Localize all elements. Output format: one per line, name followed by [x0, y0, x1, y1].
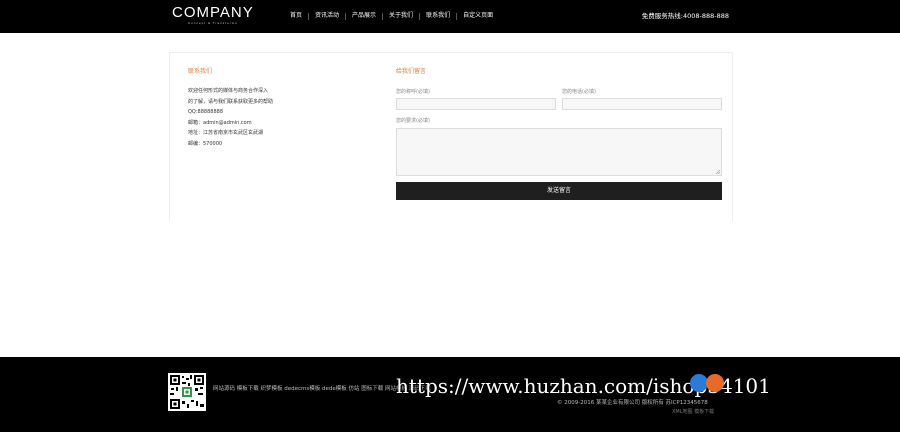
- contact-postcode: 邮编：570000: [188, 140, 223, 147]
- service-hotline: 免费服务热线:4008-888-888: [641, 12, 729, 20]
- contact-intro-1: 欢迎任何形式的媒体与商务合作深入: [188, 88, 269, 94]
- nav-custom-page[interactable]: 自定义页面: [457, 12, 499, 20]
- footer-sub-links[interactable]: XML地图 模板下载: [672, 409, 714, 416]
- qr-code-icon: [168, 373, 206, 411]
- site-header: COMPANY Concept & Transforms 首页 资讯活动 产品展…: [0, 0, 900, 33]
- contact-info: 联系我们 欢迎任何形式的媒体与商务合作深入 的了解，请与我们联系获取更多的帮助 …: [188, 68, 368, 149]
- nav-home[interactable]: 首页: [284, 12, 308, 20]
- nav-products[interactable]: 产品展示: [346, 12, 382, 20]
- contact-intro-2: 的了解，请与我们联系获取更多的帮助: [188, 98, 274, 105]
- nav-contact[interactable]: 联系我们: [420, 12, 456, 20]
- logo-text: COMPANY: [172, 4, 254, 21]
- phone-label: 您的电话(必填): [562, 89, 596, 95]
- send-message-button[interactable]: 发送留言: [396, 182, 722, 200]
- orange-circle-icon: [706, 374, 724, 392]
- contact-panel: 联系我们 欢迎任何形式的媒体与商务合作深入 的了解，请与我们联系获取更多的帮助 …: [169, 52, 733, 221]
- message-label: 您的要求(必填): [396, 118, 430, 124]
- message-form: 给我们留言 您的称呼(必填) 您的电话(必填) 您的要求(必填) 发送留言: [396, 68, 722, 200]
- contact-address: 地址：江苏省南京市玄武区玄武湖: [188, 130, 264, 136]
- main-nav: 首页 资讯活动 产品展示 关于我们 联系我们 自定义页面: [284, 12, 499, 20]
- contact-details: 欢迎任何形式的媒体与商务合作深入 的了解，请与我们联系获取更多的帮助 QQ:88…: [188, 86, 368, 149]
- company-logo[interactable]: COMPANY Concept & Transforms: [172, 5, 254, 25]
- watermark-icons: [690, 374, 724, 392]
- copyright-text: © 2009-2016 某某企业有限公司 版权所有 苏ICP12345678: [557, 400, 708, 406]
- contact-email: 邮箱：admin@admin.com: [188, 119, 252, 126]
- site-footer: 网站源码 模板下载 织梦模板 dedecms模板 dede模板 仿站 图标下载 …: [0, 357, 900, 432]
- nav-about[interactable]: 关于我们: [383, 12, 419, 20]
- nav-news[interactable]: 资讯活动: [309, 12, 345, 20]
- name-label: 您的称呼(必填): [396, 89, 430, 95]
- contact-qq: QQ:88888888: [188, 109, 224, 115]
- form-title: 给我们留言: [396, 68, 427, 75]
- contact-title: 联系我们: [188, 68, 213, 75]
- phone-input[interactable]: [562, 98, 722, 110]
- message-textarea[interactable]: [396, 128, 722, 176]
- logo-tagline: Concept & Transforms: [187, 21, 238, 25]
- name-input[interactable]: [396, 98, 556, 110]
- resize-grip-icon[interactable]: [715, 169, 720, 174]
